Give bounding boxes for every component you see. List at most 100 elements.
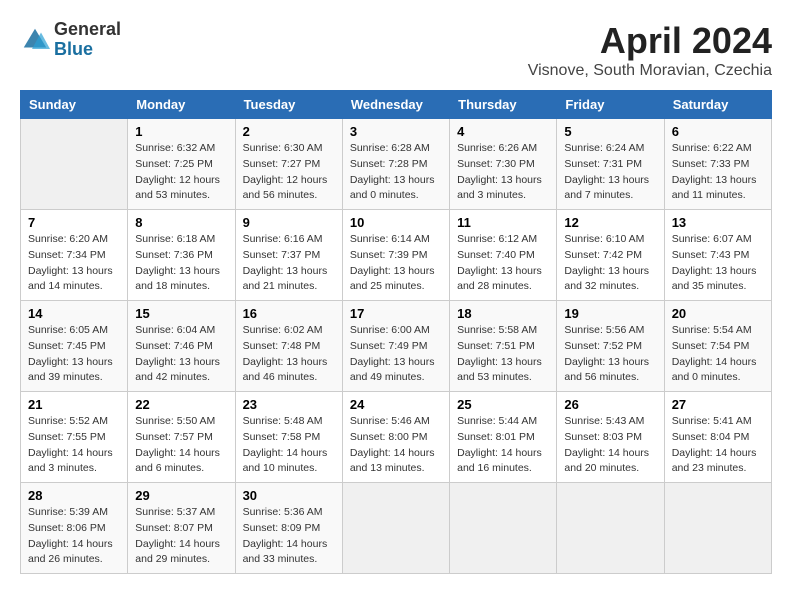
table-cell: 20Sunrise: 5:54 AMSunset: 7:54 PMDayligh…: [664, 301, 771, 392]
day-info: Sunrise: 6:16 AMSunset: 7:37 PMDaylight:…: [243, 232, 335, 295]
table-cell: 30 Sunrise: 5:36 AMSunset: 8:09 PMDayligh…: [235, 483, 342, 574]
day-number: 8: [135, 215, 227, 230]
table-cell: [664, 483, 771, 574]
header-monday: Monday: [128, 91, 235, 119]
day-info: Sunrise: 5:39 AMSunset: 8:06 PMDaylight:…: [28, 505, 120, 568]
header-tuesday: Tuesday: [235, 91, 342, 119]
table-cell: 4 Sunrise: 6:26 AMSunset: 7:30 PMDaylight…: [450, 119, 557, 210]
day-info: Sunrise: 6:04 AMSunset: 7:46 PMDaylight:…: [135, 323, 227, 386]
table-cell: 12 Sunrise: 6:10 AMSunset: 7:42 PMDayligh…: [557, 210, 664, 301]
day-number: 21: [28, 397, 120, 412]
day-info: Sunrise: 6:10 AMSunset: 7:42 PMDaylight:…: [564, 232, 656, 295]
table-cell: 7 Sunrise: 6:20 AMSunset: 7:34 PMDaylight…: [21, 210, 128, 301]
day-info: Sunrise: 5:54 AMSunset: 7:54 PMDaylight:…: [672, 323, 764, 386]
table-cell: 18Sunrise: 5:58 AMSunset: 7:51 PMDayligh…: [450, 301, 557, 392]
table-cell: 23Sunrise: 5:48 AMSunset: 7:58 PMDayligh…: [235, 392, 342, 483]
header-wednesday: Wednesday: [342, 91, 449, 119]
day-number: 28: [28, 488, 120, 503]
table-cell: 25 Sunrise: 5:44 AMSunset: 8:01 PMDayligh…: [450, 392, 557, 483]
day-info: Sunrise: 6:32 AMSunset: 7:25 PMDaylight:…: [135, 141, 227, 204]
day-number: 1: [135, 124, 227, 139]
location-title: Visnove, South Moravian, Czechia: [528, 62, 772, 80]
day-number: 14: [28, 306, 120, 321]
day-info: Sunrise: 6:26 AMSunset: 7:30 PMDaylight:…: [457, 141, 549, 204]
day-number: 27: [672, 397, 764, 412]
header-thursday: Thursday: [450, 91, 557, 119]
day-info: Sunrise: 6:28 AMSunset: 7:28 PMDaylight:…: [350, 141, 442, 204]
day-info: Sunrise: 5:36 AMSunset: 8:09 PMDaylight:…: [243, 505, 335, 568]
day-number: 10: [350, 215, 442, 230]
day-info: Sunrise: 5:56 AMSunset: 7:52 PMDaylight:…: [564, 323, 656, 386]
day-number: 6: [672, 124, 764, 139]
calendar-header-row: SundayMondayTuesdayWednesdayThursdayFrid…: [21, 91, 772, 119]
table-cell: [342, 483, 449, 574]
day-info: Sunrise: 6:30 AMSunset: 7:27 PMDaylight:…: [243, 141, 335, 204]
day-info: Sunrise: 5:43 AMSunset: 8:03 PMDaylight:…: [564, 414, 656, 477]
table-cell: 22 Sunrise: 5:50 AMSunset: 7:57 PMDayligh…: [128, 392, 235, 483]
day-number: 15: [135, 306, 227, 321]
header-saturday: Saturday: [664, 91, 771, 119]
title-section: April 2024 Visnove, South Moravian, Czec…: [528, 20, 772, 80]
day-number: 19: [564, 306, 656, 321]
day-info: Sunrise: 6:18 AMSunset: 7:36 PMDaylight:…: [135, 232, 227, 295]
day-info: Sunrise: 5:37 AMSunset: 8:07 PMDaylight:…: [135, 505, 227, 568]
day-number: 2: [243, 124, 335, 139]
month-title: April 2024: [528, 20, 772, 62]
logo-text: General Blue: [54, 20, 121, 60]
day-number: 12: [564, 215, 656, 230]
table-cell: 14Sunrise: 6:05 AMSunset: 7:45 PMDayligh…: [21, 301, 128, 392]
calendar-table: SundayMondayTuesdayWednesdayThursdayFrid…: [20, 90, 772, 574]
day-info: Sunrise: 5:44 AMSunset: 8:01 PMDaylight:…: [457, 414, 549, 477]
day-number: 4: [457, 124, 549, 139]
day-info: Sunrise: 5:46 AMSunset: 8:00 PMDaylight:…: [350, 414, 442, 477]
calendar-week-3: 14Sunrise: 6:05 AMSunset: 7:45 PMDayligh…: [21, 301, 772, 392]
table-cell: 10Sunrise: 6:14 AMSunset: 7:39 PMDayligh…: [342, 210, 449, 301]
table-cell: 6Sunrise: 6:22 AMSunset: 7:33 PMDaylight…: [664, 119, 771, 210]
day-number: 7: [28, 215, 120, 230]
day-number: 5: [564, 124, 656, 139]
day-number: 18: [457, 306, 549, 321]
day-number: 30: [243, 488, 335, 503]
calendar-week-5: 28 Sunrise: 5:39 AMSunset: 8:06 PMDayligh…: [21, 483, 772, 574]
table-cell: 5 Sunrise: 6:24 AMSunset: 7:31 PMDaylight…: [557, 119, 664, 210]
day-number: 25: [457, 397, 549, 412]
logo-general-text: General: [54, 20, 121, 40]
day-number: 23: [243, 397, 335, 412]
table-cell: 27 Sunrise: 5:41 AMSunset: 8:04 PMDayligh…: [664, 392, 771, 483]
table-cell: 17 Sunrise: 6:00 AMSunset: 7:49 PMDayligh…: [342, 301, 449, 392]
day-number: 3: [350, 124, 442, 139]
day-number: 26: [564, 397, 656, 412]
table-cell: 8 Sunrise: 6:18 AMSunset: 7:36 PMDaylight…: [128, 210, 235, 301]
day-number: 16: [243, 306, 335, 321]
table-cell: [557, 483, 664, 574]
table-cell: 1 Sunrise: 6:32 AMSunset: 7:25 PMDaylight…: [128, 119, 235, 210]
day-number: 22: [135, 397, 227, 412]
day-info: Sunrise: 6:20 AMSunset: 7:34 PMDaylight:…: [28, 232, 120, 295]
day-info: Sunrise: 5:52 AMSunset: 7:55 PMDaylight:…: [28, 414, 120, 477]
day-number: 11: [457, 215, 549, 230]
logo-icon: [20, 25, 50, 55]
table-cell: 11 Sunrise: 6:12 AMSunset: 7:40 PMDayligh…: [450, 210, 557, 301]
table-cell: [21, 119, 128, 210]
table-cell: 21 Sunrise: 5:52 AMSunset: 7:55 PMDayligh…: [21, 392, 128, 483]
logo-blue-text: Blue: [54, 40, 121, 60]
table-cell: 16Sunrise: 6:02 AMSunset: 7:48 PMDayligh…: [235, 301, 342, 392]
calendar-week-4: 21 Sunrise: 5:52 AMSunset: 7:55 PMDayligh…: [21, 392, 772, 483]
day-info: Sunrise: 5:50 AMSunset: 7:57 PMDaylight:…: [135, 414, 227, 477]
day-info: Sunrise: 6:12 AMSunset: 7:40 PMDaylight:…: [457, 232, 549, 295]
table-cell: 3 Sunrise: 6:28 AMSunset: 7:28 PMDaylight…: [342, 119, 449, 210]
calendar-week-2: 7 Sunrise: 6:20 AMSunset: 7:34 PMDaylight…: [21, 210, 772, 301]
day-number: 29: [135, 488, 227, 503]
day-info: Sunrise: 6:00 AMSunset: 7:49 PMDaylight:…: [350, 323, 442, 386]
calendar-week-1: 1 Sunrise: 6:32 AMSunset: 7:25 PMDaylight…: [21, 119, 772, 210]
table-cell: 9Sunrise: 6:16 AMSunset: 7:37 PMDaylight…: [235, 210, 342, 301]
table-cell: 29 Sunrise: 5:37 AMSunset: 8:07 PMDayligh…: [128, 483, 235, 574]
day-number: 17: [350, 306, 442, 321]
day-info: Sunrise: 6:24 AMSunset: 7:31 PMDaylight:…: [564, 141, 656, 204]
day-info: Sunrise: 5:41 AMSunset: 8:04 PMDaylight:…: [672, 414, 764, 477]
day-number: 13: [672, 215, 764, 230]
table-cell: 26 Sunrise: 5:43 AMSunset: 8:03 PMDayligh…: [557, 392, 664, 483]
header-friday: Friday: [557, 91, 664, 119]
day-info: Sunrise: 6:07 AMSunset: 7:43 PMDaylight:…: [672, 232, 764, 295]
logo: General Blue: [20, 20, 121, 60]
